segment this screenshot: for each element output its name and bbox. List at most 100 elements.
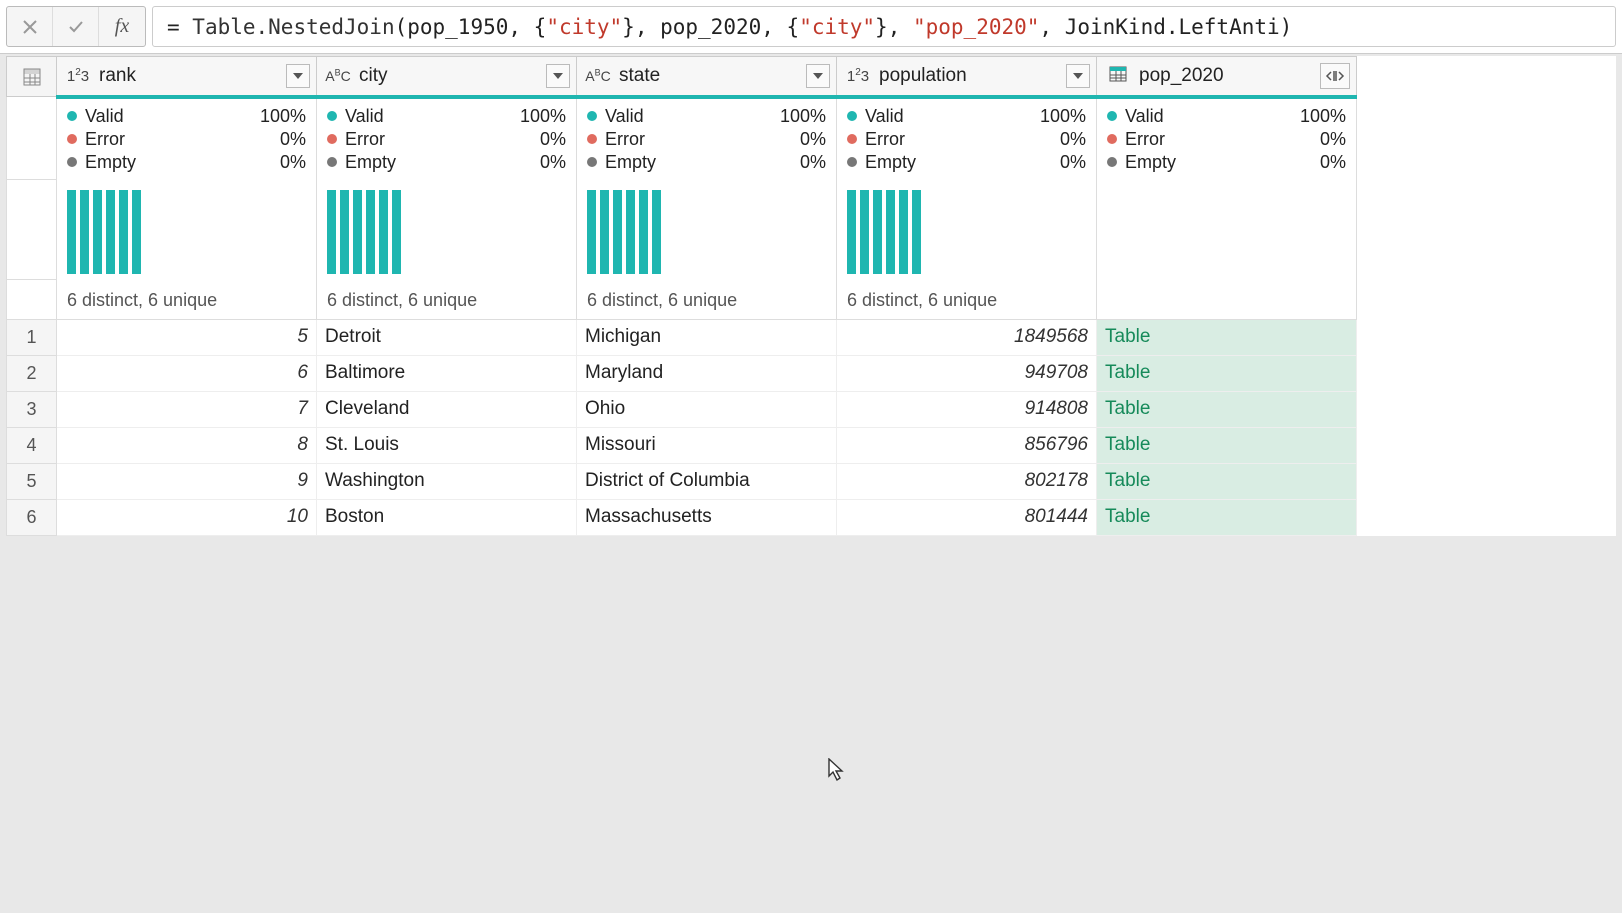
column-quality-rank: Valid100%Error0%Empty0%: [57, 97, 317, 180]
cell-population[interactable]: 914808: [837, 391, 1097, 427]
cell-city[interactable]: Boston: [317, 499, 577, 535]
cell-city[interactable]: Washington: [317, 463, 577, 499]
cell-pop_2020[interactable]: Table: [1097, 427, 1357, 463]
table-row[interactable]: 37ClevelandOhio914808Table: [7, 391, 1357, 427]
formula-bar: fx = Table.NestedJoin(pop_1950, {"city"}…: [0, 0, 1622, 54]
column-histogram-population: [837, 180, 1097, 280]
cell-population[interactable]: 801444: [837, 499, 1097, 535]
valid-dot-icon: [67, 111, 77, 121]
row-number[interactable]: 1: [7, 319, 57, 355]
error-dot-icon: [327, 134, 337, 144]
column-quality-pop_2020: Valid100%Error0%Empty0%: [1097, 97, 1357, 180]
row-number[interactable]: 3: [7, 391, 57, 427]
table-type-icon[interactable]: [1105, 66, 1131, 86]
data-grid: 123 rank ABC city ABC state 123 population pop_2…: [6, 56, 1616, 536]
cell-population[interactable]: 856796: [837, 427, 1097, 463]
cell-rank[interactable]: 9: [57, 463, 317, 499]
cell-city[interactable]: Detroit: [317, 319, 577, 355]
column-header-pop_2020[interactable]: pop_2020: [1097, 57, 1357, 97]
column-filter-button[interactable]: [1066, 64, 1090, 88]
cell-population[interactable]: 1849568: [837, 319, 1097, 355]
cell-state[interactable]: Ohio: [577, 391, 837, 427]
empty-dot-icon: [847, 157, 857, 167]
row-number[interactable]: 6: [7, 499, 57, 535]
column-filter-button[interactable]: [286, 64, 310, 88]
cell-city[interactable]: St. Louis: [317, 427, 577, 463]
column-distinct-rank: 6 distinct, 6 unique: [57, 280, 317, 320]
text-type-icon[interactable]: ABC: [325, 67, 351, 85]
table-row[interactable]: 15DetroitMichigan1849568Table: [7, 319, 1357, 355]
row-number[interactable]: 2: [7, 355, 57, 391]
valid-dot-icon: [587, 111, 597, 121]
column-header-state[interactable]: ABC state: [577, 57, 837, 97]
column-filter-button[interactable]: [546, 64, 570, 88]
column-header-city[interactable]: ABC city: [317, 57, 577, 97]
cell-state[interactable]: Maryland: [577, 355, 837, 391]
valid-dot-icon: [327, 111, 337, 121]
cell-pop_2020[interactable]: Table: [1097, 319, 1357, 355]
error-dot-icon: [587, 134, 597, 144]
empty-dot-icon: [1107, 157, 1117, 167]
valid-dot-icon: [1107, 111, 1117, 121]
column-quality-state: Valid100%Error0%Empty0%: [577, 97, 837, 180]
column-distinct-state: 6 distinct, 6 unique: [577, 280, 837, 320]
table-row[interactable]: 610BostonMassachusetts801444Table: [7, 499, 1357, 535]
empty-dot-icon: [67, 157, 77, 167]
column-distinct-pop_2020: [1097, 280, 1357, 320]
error-dot-icon: [847, 134, 857, 144]
empty-dot-icon: [587, 157, 597, 167]
cell-city[interactable]: Baltimore: [317, 355, 577, 391]
column-quality-population: Valid100%Error0%Empty0%: [837, 97, 1097, 180]
column-name: rank: [99, 65, 278, 87]
column-header-rank[interactable]: 123 rank: [57, 57, 317, 97]
number-type-icon[interactable]: 123: [65, 67, 91, 85]
cell-state[interactable]: Missouri: [577, 427, 837, 463]
cell-city[interactable]: Cleveland: [317, 391, 577, 427]
mouse-cursor: [828, 758, 848, 782]
cell-rank[interactable]: 7: [57, 391, 317, 427]
table-row[interactable]: 26BaltimoreMaryland949708Table: [7, 355, 1357, 391]
cell-state[interactable]: District of Columbia: [577, 463, 837, 499]
column-quality-city: Valid100%Error0%Empty0%: [317, 97, 577, 180]
cell-pop_2020[interactable]: Table: [1097, 391, 1357, 427]
accept-formula-button[interactable]: [53, 7, 99, 46]
column-filter-button[interactable]: [806, 64, 830, 88]
valid-dot-icon: [847, 111, 857, 121]
cell-pop_2020[interactable]: Table: [1097, 499, 1357, 535]
cell-state[interactable]: Michigan: [577, 319, 837, 355]
column-distinct-population: 6 distinct, 6 unique: [837, 280, 1097, 320]
column-histogram-rank: [57, 180, 317, 280]
column-histogram-city: [317, 180, 577, 280]
cell-population[interactable]: 949708: [837, 355, 1097, 391]
fx-button[interactable]: fx: [99, 7, 145, 46]
cell-pop_2020[interactable]: Table: [1097, 355, 1357, 391]
column-histogram-pop_2020: [1097, 180, 1357, 280]
row-number[interactable]: 4: [7, 427, 57, 463]
cancel-formula-button[interactable]: [7, 7, 53, 46]
row-number[interactable]: 5: [7, 463, 57, 499]
column-header-population[interactable]: 123 population: [837, 57, 1097, 97]
table-row[interactable]: 48St. LouisMissouri856796Table: [7, 427, 1357, 463]
formula-input[interactable]: = Table.NestedJoin(pop_1950, {"city"}, p…: [152, 6, 1616, 47]
formula-controls: fx: [6, 6, 146, 47]
expand-column-button[interactable]: [1320, 63, 1350, 89]
column-name: state: [619, 65, 798, 87]
cell-rank[interactable]: 8: [57, 427, 317, 463]
cell-state[interactable]: Massachusetts: [577, 499, 837, 535]
table-row[interactable]: 59WashingtonDistrict of Columbia802178Ta…: [7, 463, 1357, 499]
column-name: population: [879, 65, 1058, 87]
cell-rank[interactable]: 6: [57, 355, 317, 391]
column-distinct-city: 6 distinct, 6 unique: [317, 280, 577, 320]
empty-dot-icon: [327, 157, 337, 167]
cell-rank[interactable]: 5: [57, 319, 317, 355]
number-type-icon[interactable]: 123: [845, 67, 871, 85]
table-corner-button[interactable]: [7, 57, 57, 97]
cell-pop_2020[interactable]: Table: [1097, 463, 1357, 499]
cell-population[interactable]: 802178: [837, 463, 1097, 499]
text-type-icon[interactable]: ABC: [585, 67, 611, 85]
cell-rank[interactable]: 10: [57, 499, 317, 535]
column-histogram-state: [577, 180, 837, 280]
error-dot-icon: [67, 134, 77, 144]
column-name: city: [359, 65, 538, 87]
error-dot-icon: [1107, 134, 1117, 144]
